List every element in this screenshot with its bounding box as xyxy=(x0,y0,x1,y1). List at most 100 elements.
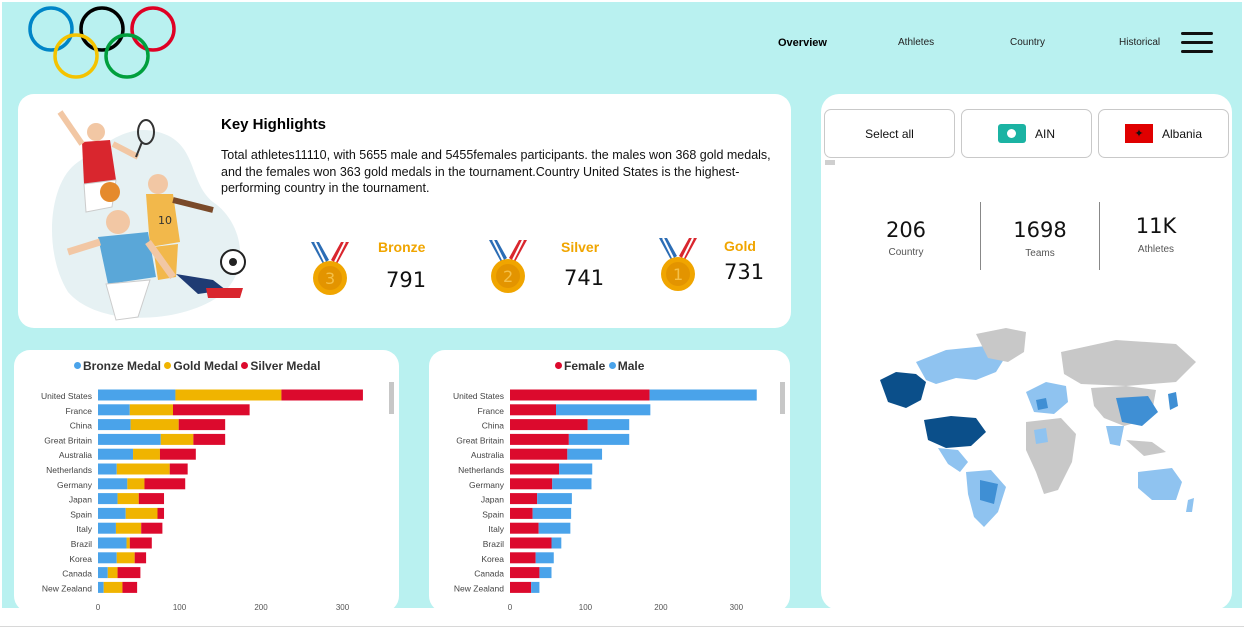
map-region-australia xyxy=(1138,468,1182,500)
bar-segment[interactable] xyxy=(98,493,118,505)
bar-segment[interactable] xyxy=(141,522,163,534)
gender-by-country-chart: Female Male United States France China Grea… xyxy=(429,350,790,612)
bar-segment[interactable] xyxy=(510,493,538,505)
category-label: Spain xyxy=(482,509,504,519)
x-tick-label: 300 xyxy=(730,603,744,612)
nav-historical[interactable]: Historical xyxy=(1119,37,1160,48)
bar-segment[interactable] xyxy=(568,433,630,445)
map-region-africa xyxy=(1026,418,1076,494)
bar-segment[interactable] xyxy=(138,493,165,505)
bar-segment[interactable] xyxy=(98,433,161,445)
bar-segment[interactable] xyxy=(160,433,194,445)
category-label: Netherlands xyxy=(46,465,92,475)
bar-segment[interactable] xyxy=(538,522,571,534)
bar-segment[interactable] xyxy=(122,581,138,593)
bar-segment[interactable] xyxy=(126,537,130,549)
nav-athletes[interactable]: Athletes xyxy=(898,37,934,48)
map-region-europe xyxy=(1026,382,1068,414)
bar-segment[interactable] xyxy=(98,567,108,579)
bar-segment[interactable] xyxy=(129,537,152,549)
bar-segment[interactable] xyxy=(510,463,560,475)
bar-segment[interactable] xyxy=(539,567,552,579)
bar-segment[interactable] xyxy=(552,478,592,490)
bar-segment[interactable] xyxy=(98,463,117,475)
x-tick-label: 0 xyxy=(96,603,101,612)
bar-segment[interactable] xyxy=(117,493,139,505)
medal-chart-scrollbar[interactable] xyxy=(389,382,394,414)
nav-country[interactable]: Country xyxy=(1010,37,1045,48)
select-all-button[interactable]: Select all xyxy=(824,109,955,158)
bar-segment[interactable] xyxy=(510,448,568,460)
category-label: Canada xyxy=(62,569,92,579)
bar-segment[interactable] xyxy=(510,389,650,401)
bar-segment[interactable] xyxy=(510,478,553,490)
bar-segment[interactable] xyxy=(556,404,651,416)
bar-segment[interactable] xyxy=(532,507,572,519)
bar-segment[interactable] xyxy=(116,463,170,475)
gender-chart-scrollbar[interactable] xyxy=(780,382,785,414)
bar-segment[interactable] xyxy=(117,567,141,579)
bar-segment[interactable] xyxy=(130,419,179,431)
world-map[interactable] xyxy=(876,322,1206,532)
nav-overview[interactable]: Overview xyxy=(778,37,827,49)
slicer-albania[interactable]: ✦ Albania xyxy=(1098,109,1229,158)
bar-segment[interactable] xyxy=(169,463,188,475)
bar-segment[interactable] xyxy=(510,567,540,579)
category-label: Brazil xyxy=(71,539,92,549)
bar-segment[interactable] xyxy=(178,419,226,431)
bar-segment[interactable] xyxy=(510,433,569,445)
bar-segment[interactable] xyxy=(175,389,282,401)
menu-icon[interactable] xyxy=(1179,30,1215,56)
slicer-ain[interactable]: AIN xyxy=(961,109,1092,158)
bar-segment[interactable] xyxy=(98,507,126,519)
highlights-title: Key Highlights xyxy=(221,116,327,133)
bar-segment[interactable] xyxy=(98,552,117,564)
slicer-ain-label: AIN xyxy=(1034,126,1055,141)
bar-segment[interactable] xyxy=(537,493,572,505)
bar-segment[interactable] xyxy=(510,552,536,564)
bar-segment[interactable] xyxy=(510,581,532,593)
map-region-france xyxy=(1036,398,1048,410)
bar-segment[interactable] xyxy=(510,404,557,416)
bar-segment[interactable] xyxy=(159,448,196,460)
map-region-usa xyxy=(924,416,986,448)
bar-segment[interactable] xyxy=(531,581,540,593)
bar-segment[interactable] xyxy=(98,419,131,431)
bar-segment[interactable] xyxy=(103,581,123,593)
bar-segment[interactable] xyxy=(535,552,554,564)
svg-text:1: 1 xyxy=(673,265,683,284)
bar-segment[interactable] xyxy=(98,389,176,401)
bar-segment[interactable] xyxy=(157,507,165,519)
bar-segment[interactable] xyxy=(510,537,552,549)
bar-segment[interactable] xyxy=(133,448,160,460)
bar-segment[interactable] xyxy=(510,419,588,431)
bar-segment[interactable] xyxy=(129,404,173,416)
x-tick-label: 0 xyxy=(508,603,513,612)
bar-segment[interactable] xyxy=(567,448,603,460)
bar-segment[interactable] xyxy=(144,478,186,490)
bar-segment[interactable] xyxy=(116,552,135,564)
bar-segment[interactable] xyxy=(98,581,104,593)
silver-value: 741 xyxy=(564,266,605,290)
bar-segment[interactable] xyxy=(649,389,757,401)
bar-segment[interactable] xyxy=(98,404,130,416)
bar-segment[interactable] xyxy=(510,507,533,519)
slicer-scrollbar[interactable] xyxy=(825,160,835,165)
kpi-athletes-label: Athletes xyxy=(1137,244,1175,255)
bar-segment[interactable] xyxy=(98,478,128,490)
bar-segment[interactable] xyxy=(281,389,363,401)
bar-segment[interactable] xyxy=(510,522,539,534)
bar-segment[interactable] xyxy=(551,537,562,549)
bar-segment[interactable] xyxy=(172,404,250,416)
bar-segment[interactable] xyxy=(107,567,118,579)
bar-segment[interactable] xyxy=(587,419,630,431)
bar-segment[interactable] xyxy=(125,507,158,519)
bar-segment[interactable] xyxy=(193,433,226,445)
bar-segment[interactable] xyxy=(127,478,145,490)
bar-segment[interactable] xyxy=(134,552,147,564)
bar-segment[interactable] xyxy=(98,448,134,460)
bar-segment[interactable] xyxy=(559,463,593,475)
bar-segment[interactable] xyxy=(98,537,127,549)
bar-segment[interactable] xyxy=(98,522,116,534)
bar-segment[interactable] xyxy=(115,522,142,534)
